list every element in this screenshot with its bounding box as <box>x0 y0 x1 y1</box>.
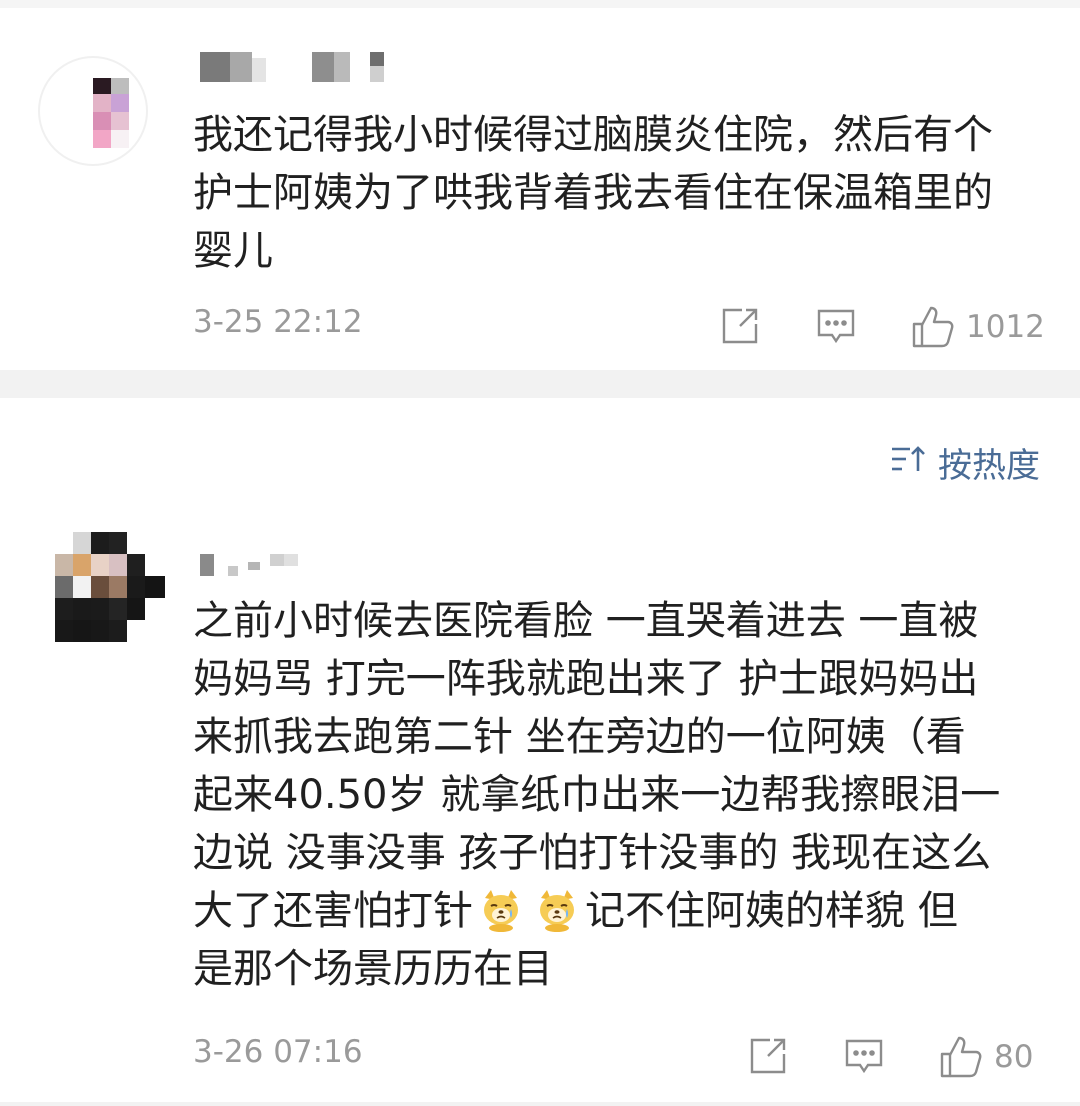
thumbs-up-icon <box>938 1034 984 1080</box>
comment-text: 之前小时候去医院看脸 一直哭着进去 一直被 妈妈骂 打完一阵我就跑出来了 护士跟… <box>193 592 1053 998</box>
comment-item: 我还记得我小时候得过脑膜炎住院，然后有个 护士阿姨为了哄我背着我去看住在保温箱里… <box>0 8 1080 370</box>
comment-text-part: 之前小时候去医院看脸 一直哭着进去 一直被 妈妈骂 打完一阵我就跑出来了 护士跟… <box>193 598 1001 934</box>
thumbs-up-icon <box>910 304 956 350</box>
comment-time: 3-26 07:16 <box>193 1034 363 1070</box>
share-icon <box>718 304 762 348</box>
top-divider <box>0 0 1080 8</box>
avatar[interactable] <box>55 532 165 642</box>
reply-button[interactable] <box>842 1034 886 1078</box>
like-button[interactable]: 1012 <box>910 304 1045 350</box>
reply-button[interactable] <box>814 304 858 348</box>
like-button[interactable]: 80 <box>938 1034 1033 1080</box>
username-pixelated[interactable] <box>200 48 400 82</box>
username-pixelated[interactable] <box>200 548 310 582</box>
comment-time: 3-25 22:12 <box>193 304 363 340</box>
avatar[interactable] <box>38 56 148 166</box>
sort-label: 按热度 <box>938 446 1040 486</box>
like-count: 80 <box>994 1039 1034 1075</box>
like-count: 1012 <box>966 309 1045 345</box>
sort-by-hot-button[interactable]: 按热度 <box>890 438 1040 487</box>
bottom-divider <box>0 1102 1080 1106</box>
crying-dog-emoji <box>479 888 523 932</box>
crying-dog-emoji <box>535 888 579 932</box>
comment-icon <box>814 304 858 348</box>
comment-text: 我还记得我小时候得过脑膜炎住院，然后有个 护士阿姨为了哄我背着我去看住在保温箱里… <box>193 112 993 274</box>
share-icon <box>746 1034 790 1078</box>
section-divider <box>0 370 1080 398</box>
share-button[interactable] <box>746 1034 790 1078</box>
comment-item: 之前小时候去医院看脸 一直哭着进去 一直被 妈妈骂 打完一阵我就跑出来了 护士跟… <box>0 510 1080 1102</box>
sort-icon <box>890 443 938 483</box>
comment-icon <box>842 1034 886 1078</box>
comments-page: 我还记得我小时候得过脑膜炎住院，然后有个 护士阿姨为了哄我背着我去看住在保温箱里… <box>0 0 1080 1106</box>
share-button[interactable] <box>718 304 762 348</box>
